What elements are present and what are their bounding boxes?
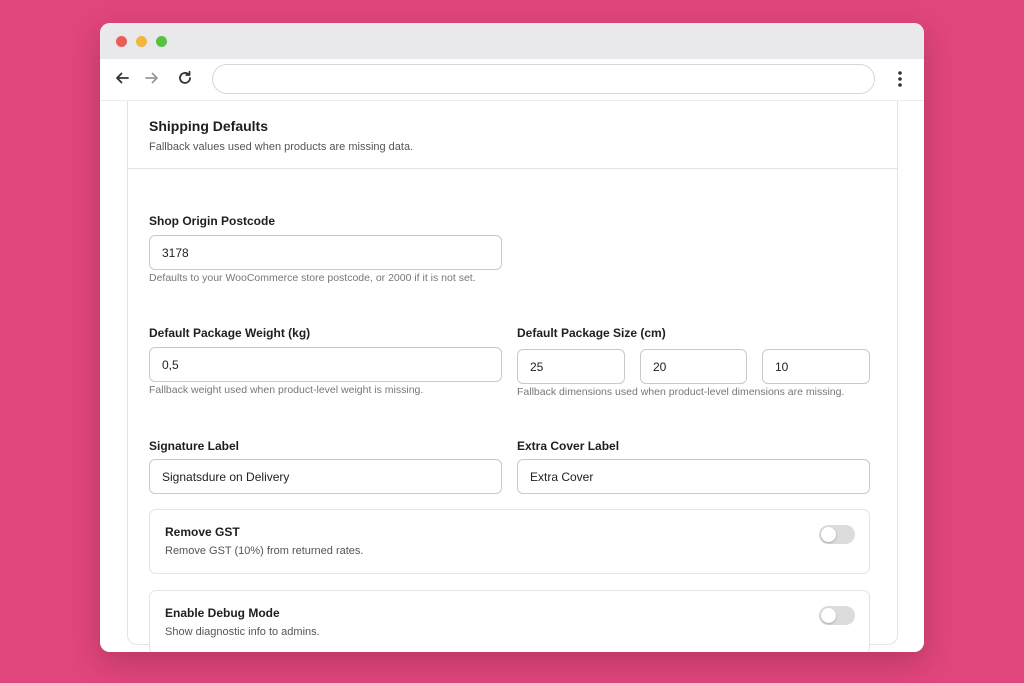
browser-window: Shipping Defaults Fallback values used w… — [100, 23, 924, 652]
title-bar — [100, 23, 924, 59]
shipping-defaults-card: Shipping Defaults Fallback values used w… — [127, 101, 898, 652]
package-weight-input[interactable] — [149, 347, 502, 382]
package-size-help: Fallback dimensions used when product-le… — [517, 386, 845, 398]
remove-gst-description: Remove GST (10%) from returned rates. — [165, 545, 364, 557]
address-bar[interactable] — [212, 64, 875, 94]
debug-mode-title: Enable Debug Mode — [165, 606, 280, 620]
extra-cover-label-label: Extra Cover Label — [517, 439, 620, 453]
forward-arrow-icon — [145, 72, 158, 84]
toggle-knob — [821, 527, 836, 542]
page-content: Shipping Defaults Fallback values used w… — [100, 101, 924, 652]
package-weight-label: Default Package Weight (kg) — [149, 326, 311, 340]
debug-mode-setting: Enable Debug Mode Show diagnostic info t… — [149, 590, 870, 652]
signature-label-input[interactable] — [149, 459, 502, 494]
remove-gst-setting: Remove GST Remove GST (10%) from returne… — [149, 509, 870, 574]
more-vertical-icon — [898, 71, 902, 87]
remove-gst-title: Remove GST — [165, 525, 240, 539]
reload-icon — [179, 70, 191, 84]
back-button[interactable] — [110, 66, 134, 90]
package-height-input[interactable] — [762, 349, 870, 384]
forward-button[interactable] — [140, 66, 164, 90]
browser-toolbar — [100, 59, 924, 101]
card-header: Shipping Defaults Fallback values used w… — [128, 101, 897, 169]
close-window-button[interactable] — [116, 36, 127, 47]
package-weight-help: Fallback weight used when product-level … — [149, 384, 424, 396]
package-length-input[interactable] — [517, 349, 625, 384]
origin-postcode-help: Defaults to your WooCommerce store postc… — [149, 272, 476, 284]
minimize-window-button[interactable] — [136, 36, 147, 47]
browser-menu-button[interactable] — [888, 67, 912, 91]
extra-cover-label-input[interactable] — [517, 459, 870, 494]
maximize-window-button[interactable] — [156, 36, 167, 47]
toggle-knob — [821, 608, 836, 623]
section-description: Fallback values used when products are m… — [149, 141, 414, 153]
signature-label-label: Signature Label — [149, 439, 240, 453]
section-title: Shipping Defaults — [149, 118, 268, 134]
debug-mode-description: Show diagnostic info to admins. — [165, 626, 320, 638]
back-arrow-icon — [116, 72, 129, 84]
package-width-input[interactable] — [640, 349, 747, 384]
remove-gst-toggle[interactable] — [819, 525, 855, 544]
origin-postcode-label: Shop Origin Postcode — [149, 214, 276, 228]
package-size-label: Default Package Size (cm) — [517, 326, 666, 340]
reload-button[interactable] — [173, 66, 197, 90]
debug-mode-toggle[interactable] — [819, 606, 855, 625]
origin-postcode-input[interactable] — [149, 235, 502, 270]
